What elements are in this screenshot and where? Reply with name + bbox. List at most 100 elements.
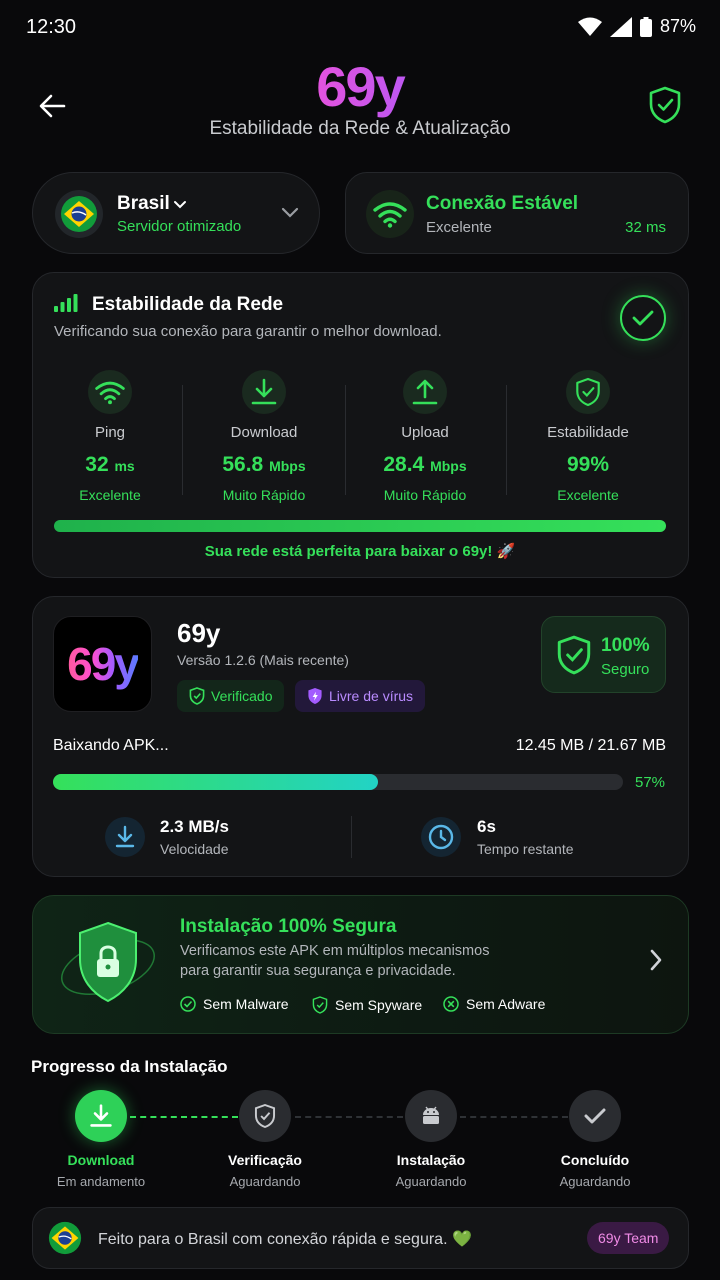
download-size: 12.45 MB / 21.67 MB (515, 737, 666, 754)
brazil-flag-icon (48, 1221, 82, 1255)
server-country: Brasil (117, 193, 170, 214)
install-progress-title: Progresso da Instalação (31, 1057, 228, 1076)
download-icon (242, 370, 286, 414)
team-badge: 69y Team (587, 1222, 670, 1254)
security-check-spyware: Sem Spyware (312, 996, 422, 1014)
badge-verified: Verificado (177, 680, 285, 712)
dropdown-chevron-icon (281, 207, 299, 218)
security-check-malware: Sem Malware (180, 996, 289, 1012)
network-title: Estabilidade da Rede (92, 294, 284, 315)
stat-label: Ping (94, 424, 126, 441)
step-title: Download (67, 1152, 135, 1168)
stat-label: Upload (401, 424, 449, 441)
signal-bars-icon (54, 294, 78, 312)
step-download: Download Em andamento (36, 1090, 166, 1189)
connection-latency: 32 ms (625, 219, 666, 236)
app-version: Versão 1.2.6 (Mais recente) (177, 652, 349, 668)
time-remaining: 6s (477, 817, 496, 836)
divider (351, 816, 352, 858)
security-check-adware: Sem Adware (443, 996, 545, 1012)
connection-title: Conexão Estável (426, 193, 579, 214)
network-subtitle: Verificando sua conexão para garantir o … (54, 323, 442, 340)
download-progress-track (53, 774, 623, 790)
shield-check-small-icon (189, 687, 205, 705)
network-message: Sua rede está perfeita para baixar o 69y… (204, 543, 516, 560)
download-progress-fill (53, 774, 378, 790)
footer-text: Feito para o Brasil com conexão rápida e… (98, 1231, 472, 1248)
security-check-label: Sem Malware (203, 996, 289, 1012)
time-remaining-label: Tempo restante (477, 841, 574, 857)
check-circle-small-icon (180, 996, 196, 1012)
check-icon (569, 1090, 621, 1142)
network-bar-track (54, 520, 666, 532)
stat-value: 99% (566, 453, 610, 476)
download-label: Baixando APK... (53, 737, 169, 754)
stat-value: 32 (85, 453, 109, 476)
security-shield-button[interactable] (642, 82, 688, 128)
stat-label: Download (230, 424, 298, 441)
step-status: Aguardando (395, 1174, 467, 1189)
stat-label: Estabilidade (547, 424, 629, 441)
cell-signal-icon (609, 16, 632, 37)
status-time: 12:30 (26, 16, 77, 38)
stat-stability: Estabilidade 99% Excelente (508, 370, 668, 503)
wifi-signal-icon (577, 17, 602, 36)
chevron-down-icon (174, 201, 186, 209)
badge-virus-free: Livre de vírus (295, 680, 426, 712)
server-note: Servidor otimizado (117, 218, 242, 235)
security-check-label: Sem Adware (466, 996, 546, 1012)
android-icon (405, 1090, 457, 1142)
download-speed-label: Velocidade (160, 841, 229, 857)
chevron-right-icon[interactable] (648, 948, 664, 972)
network-bar-fill (54, 520, 666, 532)
stat-download: Download 56.8 Mbps Muito Rápido (184, 370, 344, 503)
shield-lock-icon (61, 921, 155, 1003)
divider (506, 385, 507, 495)
stat-upload: Upload 28.4 Mbps Muito Rápido (345, 370, 505, 503)
battery-percent: 87% (659, 16, 696, 36)
shield-check-icon (557, 635, 591, 675)
safe-label: Seguro (601, 661, 650, 678)
safe-percent: 100% (601, 635, 650, 656)
wifi-status-icon (366, 190, 414, 238)
security-check-label: Sem Spyware (335, 997, 423, 1013)
stat-quality: Muito Rápido (383, 487, 467, 503)
download-percent: 57% (635, 774, 666, 791)
stat-value: 56.8 (222, 453, 264, 476)
check-circle-icon (620, 295, 666, 341)
badge-verified-label: Verificado (211, 688, 273, 704)
upload-icon (403, 370, 447, 414)
page-subtitle: Estabilidade da Rede & Atualização (209, 118, 511, 139)
download-speed: 2.3 MB/s (160, 817, 229, 836)
wifi-icon (88, 370, 132, 414)
step-installation: Instalação Aguardando (366, 1090, 496, 1189)
divider (182, 385, 183, 495)
step-title: Verificação (228, 1152, 302, 1168)
shield-check-small-icon (312, 996, 328, 1014)
stat-quality: Excelente (557, 487, 619, 503)
step-status: Aguardando (559, 1174, 631, 1189)
security-title: Instalação 100% Segura (180, 916, 397, 937)
connection-status-card: Conexão Estável Excelente 32 ms (345, 172, 689, 254)
safe-badge: 100% Seguro (541, 616, 666, 693)
shield-bolt-icon (308, 688, 322, 704)
step-title: Instalação (396, 1152, 466, 1168)
x-circle-icon (443, 996, 459, 1012)
status-bar: 12:30 87% (0, 0, 720, 56)
connection-quality: Excelente (426, 219, 492, 236)
app-icon-text: 69y (67, 638, 140, 690)
security-line1: Verificamos este APK em múltiplos mecani… (180, 943, 490, 959)
download-speed-icon (105, 817, 145, 857)
badge-virus-label: Livre de vírus (329, 688, 414, 704)
app-name: 69y (177, 618, 221, 648)
battery-icon (639, 16, 652, 37)
stat-ping: Ping 32 ms Excelente (30, 370, 190, 503)
shield-icon (566, 370, 610, 414)
shield-check-icon (649, 86, 681, 124)
step-status: Em andamento (56, 1174, 146, 1189)
step-title: Concluído (560, 1152, 630, 1168)
stat-unit: Mbps (269, 458, 306, 474)
server-selector[interactable]: Brasil Servidor otimizado (32, 172, 320, 254)
app-logo: 69y (0, 54, 720, 119)
step-status: Aguardando (229, 1174, 301, 1189)
